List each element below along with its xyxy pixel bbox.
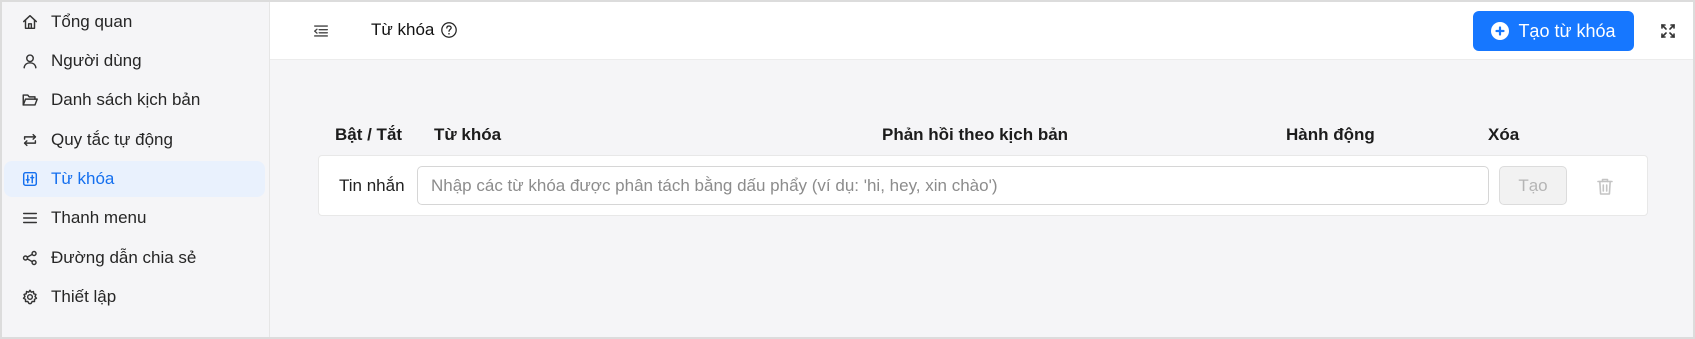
sidebar-item-label: Từ khóa <box>51 169 115 188</box>
create-button[interactable]: Tạo <box>1499 166 1567 205</box>
home-icon <box>20 12 40 32</box>
sidebar: Tổng quan Người dùng Danh sách kịch bản … <box>2 2 270 337</box>
sidebar-item-share-links[interactable]: Đường dẫn chia sẻ <box>4 240 265 276</box>
top-bar: Từ khóa Tạo từ khóa <box>270 2 1693 60</box>
sidebar-item-users[interactable]: Người dùng <box>4 43 265 79</box>
sidebar-item-label: Danh sách kịch bản <box>51 90 201 109</box>
create-keyword-label: Tạo từ khóa <box>1518 20 1616 41</box>
main-content: Từ khóa Tạo từ khóa Bật / Tắt Từ khóa Ph… <box>270 2 1693 337</box>
question-circle-icon[interactable] <box>439 21 458 40</box>
user-icon <box>20 51 40 71</box>
row-type-label: Tin nhắn <box>339 176 405 195</box>
gear-icon <box>20 287 40 307</box>
sidebar-item-label: Thanh menu <box>51 208 147 227</box>
keyword-icon <box>20 169 40 189</box>
fullscreen-icon[interactable] <box>1659 22 1677 40</box>
create-keyword-button[interactable]: Tạo từ khóa <box>1473 11 1634 51</box>
plus-circle-icon <box>1491 22 1510 40</box>
column-header-toggle: Bật / Tắt <box>335 125 403 144</box>
menu-fold-icon[interactable] <box>310 20 332 42</box>
sidebar-item-keywords[interactable]: Từ khóa <box>4 161 265 197</box>
sidebar-item-label: Thiết lập <box>51 287 117 306</box>
share-icon <box>20 248 40 268</box>
column-header-response: Phản hồi theo kịch bản <box>882 125 1069 144</box>
sidebar-item-overview[interactable]: Tổng quan <box>4 4 265 40</box>
column-header-action: Hành động <box>1286 125 1375 144</box>
sidebar-item-label: Quy tắc tự động <box>51 130 173 149</box>
column-header-keyword: Từ khóa <box>434 125 502 144</box>
delete-icon[interactable] <box>1595 176 1615 196</box>
sidebar-item-menu-bar[interactable]: Thanh menu <box>4 200 265 236</box>
sidebar-item-settings[interactable]: Thiết lập <box>4 279 265 315</box>
app-window: Tổng quan Người dùng Danh sách kịch bản … <box>0 0 1695 339</box>
sidebar-item-label: Đường dẫn chia sẻ <box>51 248 197 267</box>
sidebar-item-scenarios[interactable]: Danh sách kịch bản <box>4 82 265 118</box>
menu-icon <box>20 208 40 228</box>
sidebar-item-label: Người dùng <box>51 51 142 70</box>
sidebar-item-auto-rules[interactable]: Quy tắc tự động <box>4 122 265 158</box>
sidebar-item-label: Tổng quan <box>51 12 133 31</box>
page-title: Từ khóa <box>371 20 458 40</box>
keyword-input[interactable] <box>417 166 1489 205</box>
page-title-text: Từ khóa <box>371 20 435 39</box>
repeat-icon <box>20 130 40 150</box>
table-row: Tin nhắn Tạo <box>318 155 1648 216</box>
column-header-delete: Xóa <box>1488 125 1520 144</box>
folder-open-icon <box>20 90 40 110</box>
